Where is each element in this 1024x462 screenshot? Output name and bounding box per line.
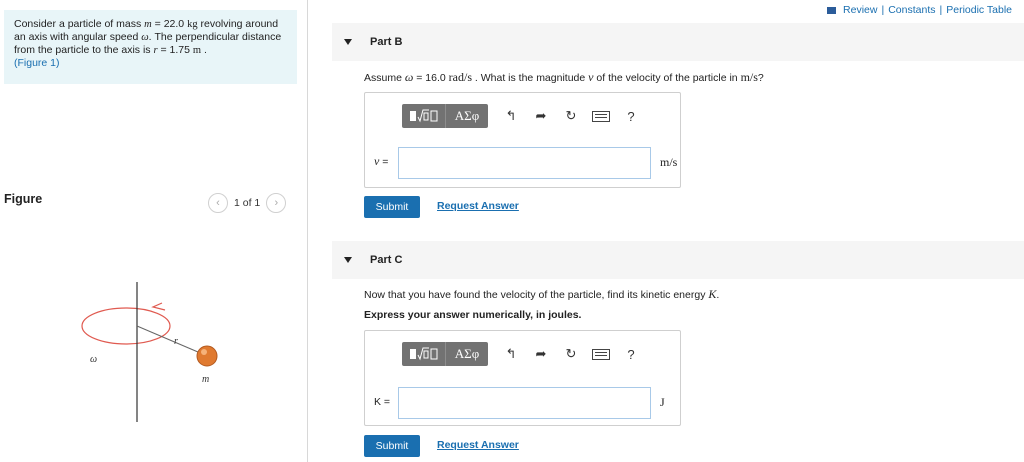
question-text: ?: [757, 72, 764, 84]
equals-sign: =: [379, 156, 389, 168]
greek-symbols-button[interactable]: ΑΣφ: [446, 342, 488, 366]
review-icon: [827, 6, 837, 14]
velocity-unit: m/s: [660, 155, 678, 169]
particle-highlight: [201, 349, 207, 355]
problem-text: Consider a particle of mass: [14, 18, 145, 30]
templates-icon: [409, 347, 437, 361]
part-c-question: Now that you have found the velocity of …: [364, 287, 719, 302]
template-group: ΑΣφ: [402, 104, 488, 128]
template-group: ΑΣφ: [402, 342, 488, 366]
left-panel: Consider a particle of mass m = 22.0 kg …: [0, 0, 308, 462]
reset-icon[interactable]: ↻: [556, 104, 586, 128]
reset-icon[interactable]: ↻: [556, 342, 586, 366]
orbit-path: [81, 307, 171, 345]
periodic-table-link[interactable]: Periodic Table: [946, 4, 1012, 16]
part-b-title: Part B: [370, 36, 403, 48]
kinetic-energy-input[interactable]: [398, 387, 651, 419]
figure-diagram: r ω m: [81, 282, 218, 422]
nav-separator: |: [939, 4, 943, 16]
undo-icon[interactable]: ↰: [496, 104, 526, 128]
omega-symbol: ω: [141, 32, 149, 43]
part-c-instruction: Express your answer numerically, in joul…: [364, 309, 582, 321]
problem-text: = 22.0: [151, 18, 188, 30]
velocity-input[interactable]: [398, 147, 651, 179]
part-b-submit-button[interactable]: Submit: [364, 196, 420, 218]
prev-figure-button[interactable]: ‹: [208, 193, 228, 213]
question-text: = 16.0: [413, 72, 449, 84]
help-icon[interactable]: ?: [616, 342, 646, 366]
redo-icon[interactable]: ➦: [526, 104, 556, 128]
question-text: Assume: [364, 72, 405, 84]
unit-text: m/s: [740, 70, 758, 84]
kinetic-energy-unit: J: [660, 395, 665, 409]
problem-statement: Consider a particle of mass m = 22.0 kg …: [4, 10, 297, 84]
templates-button[interactable]: [402, 104, 446, 128]
part-b-header[interactable]: Part B: [332, 23, 1024, 61]
question-text: .: [716, 289, 720, 301]
mass-symbol: m: [144, 19, 152, 30]
radius-unit: m: [192, 45, 202, 56]
next-figure-button[interactable]: ›: [266, 193, 287, 213]
mass-unit: kg: [187, 19, 198, 30]
redo-icon[interactable]: ➦: [526, 342, 556, 366]
part-b-request-answer-link[interactable]: Request Answer: [437, 200, 519, 212]
kinetic-energy-label: K =: [374, 396, 391, 408]
particle: [196, 345, 218, 367]
math-toolbar: ΑΣφ ↰ ➦ ↻ ?: [402, 104, 646, 128]
part-c-request-answer-link[interactable]: Request Answer: [437, 439, 519, 451]
constants-link[interactable]: Constants: [888, 4, 935, 16]
omega-label: ω: [90, 354, 97, 365]
collapse-caret-icon: [344, 39, 352, 45]
figure-pager: ‹ 1 of 1 ›: [208, 193, 287, 213]
figure-link[interactable]: (Figure 1): [14, 57, 60, 69]
mass-label: m: [202, 374, 209, 385]
part-c-header[interactable]: Part C: [332, 241, 1024, 279]
keyboard-icon[interactable]: [586, 104, 616, 128]
part-b-answer-box: ΑΣφ ↰ ➦ ↻ ? v = m/s: [364, 92, 681, 188]
greek-symbols-button[interactable]: ΑΣφ: [446, 104, 488, 128]
problem-text: .: [201, 44, 207, 56]
velocity-label: v =: [374, 154, 388, 169]
part-c-answer-box: ΑΣφ ↰ ➦ ↻ ? K = J: [364, 330, 681, 426]
nav-separator: |: [881, 4, 885, 16]
rotation-arrow: [151, 302, 166, 311]
collapse-caret-icon: [344, 257, 352, 263]
question-text: Now that you have found the velocity of …: [364, 289, 709, 301]
problem-text: = 1.75: [157, 44, 193, 56]
math-toolbar: ΑΣφ ↰ ➦ ↻ ?: [402, 342, 646, 366]
review-link[interactable]: Review: [843, 4, 877, 16]
templates-icon: [409, 109, 437, 123]
pager-label: 1 of 1: [234, 197, 261, 209]
unit-text: rad/s: [448, 70, 472, 84]
keyboard-icon[interactable]: [586, 342, 616, 366]
radius-label: r: [174, 336, 178, 347]
question-text: . What is the magnitude: [472, 72, 589, 84]
top-nav: Review | Constants | Periodic Table: [827, 4, 1012, 16]
part-c-submit-button[interactable]: Submit: [364, 435, 420, 457]
figure-title: Figure: [4, 192, 43, 206]
part-b-question: Assume ω = 16.0 rad/s . What is the magn…: [364, 70, 764, 85]
templates-button[interactable]: [402, 342, 446, 366]
part-c-title: Part C: [370, 254, 403, 266]
radius-line: [136, 325, 206, 356]
undo-icon[interactable]: ↰: [496, 342, 526, 366]
help-icon[interactable]: ?: [616, 104, 646, 128]
question-text: of the velocity of the particle in: [593, 72, 741, 84]
